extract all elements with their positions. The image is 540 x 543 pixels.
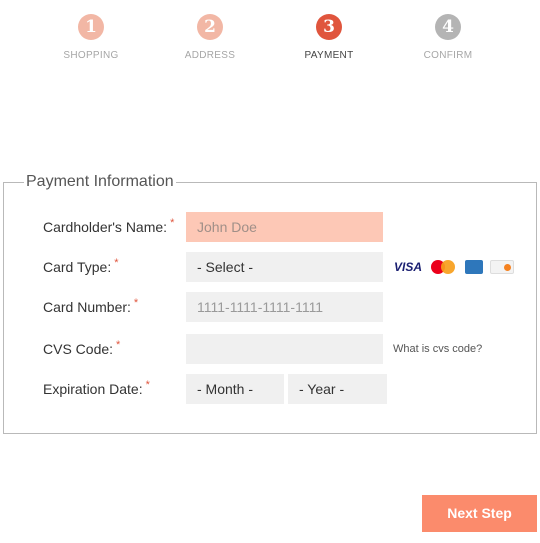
card-number-row: Card Number: * 1111-1111-1111-1111 [4, 292, 536, 322]
cvs-row: CVS Code: * What is cvs code? [4, 334, 536, 364]
required-mark: * [116, 339, 121, 351]
amex-icon [464, 259, 483, 274]
expiration-month-select[interactable]: - Month - [186, 374, 284, 404]
card-number-input[interactable]: 1111-1111-1111-1111 [186, 292, 383, 322]
payment-information-fieldset: Payment Information Cardholder's Name: * … [3, 172, 537, 434]
expiration-row: Expiration Date: * - Month - - Year - [4, 374, 536, 404]
step-payment[interactable]: 3 PAYMENT [269, 14, 389, 61]
cardholder-name-input[interactable]: John Doe [186, 212, 383, 242]
cardholder-label: Cardholder's Name: * [43, 217, 175, 235]
step-number: 2 [197, 14, 223, 40]
step-label: CONFIRM [423, 50, 473, 61]
step-label: SHOPPING [63, 50, 119, 61]
step-label: ADDRESS [184, 50, 236, 61]
card-type-row: Card Type: * - Select - VISA [4, 252, 536, 282]
required-mark: * [145, 379, 150, 391]
step-label: PAYMENT [304, 50, 354, 61]
visa-icon: VISA [394, 259, 423, 274]
step-number: 1 [78, 14, 104, 40]
next-step-button[interactable]: Next Step [422, 495, 537, 532]
step-shopping[interactable]: 1 SHOPPING [31, 14, 151, 61]
cvs-help-link[interactable]: What is cvs code? [393, 334, 482, 364]
fieldset-legend: Payment Information [24, 172, 176, 192]
card-type-label: Card Type: * [43, 257, 119, 275]
expiration-year-select[interactable]: - Year - [288, 374, 387, 404]
discover-icon [490, 259, 515, 274]
accepted-cards: VISA [394, 258, 517, 276]
required-mark: * [133, 297, 139, 309]
expiration-label: Expiration Date: * [43, 379, 150, 397]
step-confirm[interactable]: 4 CONFIRM [388, 14, 508, 61]
required-mark: * [170, 217, 175, 229]
cardholder-row: Cardholder's Name: * John Doe [4, 212, 536, 242]
step-number: 4 [435, 14, 461, 40]
mastercard-icon [431, 259, 457, 274]
card-number-label: Card Number: * [43, 297, 139, 315]
card-type-select[interactable]: - Select - [186, 252, 383, 282]
step-number: 3 [316, 14, 342, 40]
checkout-stepper: 1 SHOPPING 2 ADDRESS 3 PAYMENT 4 CONFIRM [0, 0, 540, 70]
cvs-code-input[interactable] [186, 334, 383, 364]
required-mark: * [114, 257, 119, 269]
step-address[interactable]: 2 ADDRESS [150, 14, 270, 61]
cvs-label: CVS Code: * [43, 339, 121, 357]
